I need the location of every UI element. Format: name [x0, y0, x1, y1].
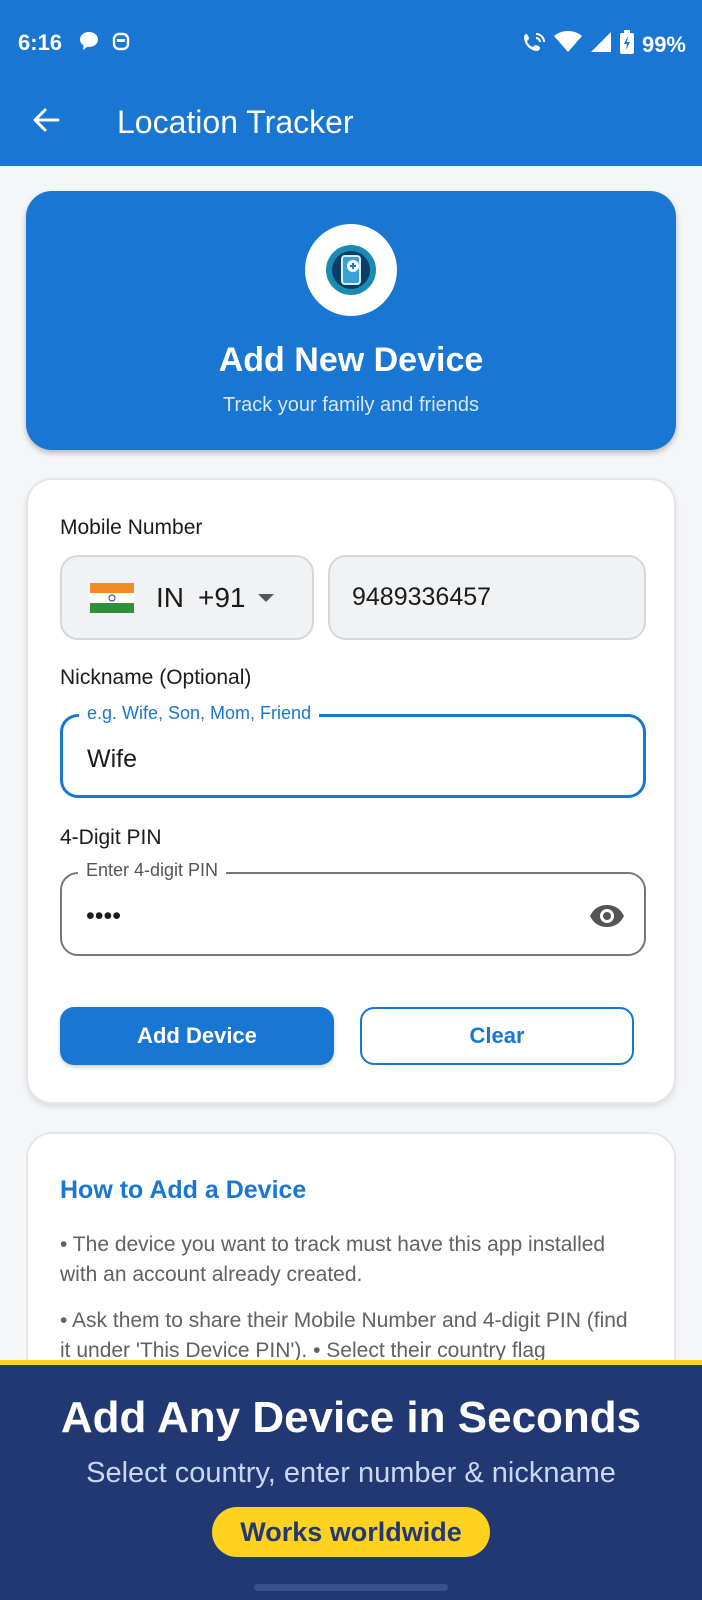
promo-banner: Add Any Device in Seconds Select country…: [0, 1360, 702, 1600]
hero-card: Add New Device Track your family and fri…: [26, 191, 676, 450]
status-right-icons: 99%: [522, 30, 686, 59]
promo-title: Add Any Device in Seconds: [60, 1393, 642, 1442]
promo-subtitle: Select country, enter number & nickname: [86, 1457, 616, 1489]
nickname-input[interactable]: [87, 739, 567, 779]
toolbar: Location Tracker: [0, 88, 702, 166]
how-to-step-1: • The device you want to track must have…: [60, 1233, 606, 1286]
pin-input[interactable]: [86, 896, 566, 936]
phone-number-input[interactable]: [328, 555, 646, 640]
hero-subtitle: Track your family and friends: [222, 394, 479, 416]
pin-hint: Enter 4-digit PIN: [78, 860, 227, 881]
nickname-label: Nickname (Optional): [60, 666, 252, 689]
gesture-nav-bar[interactable]: [254, 1584, 448, 1591]
phone-location-icon: [305, 224, 397, 316]
nickname-hint: e.g. Wife, Son, Mom, Friend: [79, 703, 320, 724]
eye-icon[interactable]: [588, 898, 626, 934]
pin-label: 4-Digit PIN: [60, 826, 162, 849]
back-button[interactable]: [26, 102, 66, 142]
add-device-button[interactable]: Add Device: [60, 1007, 334, 1065]
clear-button[interactable]: Clear: [360, 1007, 634, 1065]
battery-charging-icon: [619, 30, 634, 59]
wifi-calling-icon: [522, 31, 546, 58]
wifi-icon: [553, 31, 582, 58]
dial-code: +91: [198, 581, 246, 613]
india-flag-icon: [90, 582, 134, 613]
robot-icon: [110, 30, 132, 52]
page-title: Location Tracker: [117, 104, 354, 140]
status-bar: 6:16 99%: [0, 0, 702, 88]
battery-percent: 99%: [641, 31, 686, 57]
hero-title: Add New Device: [218, 341, 484, 379]
add-device-form: Mobile Number IN +91 Nickname (Optional)…: [26, 478, 676, 1104]
mobile-number-label: Mobile Number: [60, 516, 203, 539]
how-to-step-2: • Ask them to share their Mobile Number …: [60, 1309, 628, 1362]
country-picker[interactable]: IN +91: [60, 555, 314, 640]
nickname-field[interactable]: e.g. Wife, Son, Mom, Friend: [60, 703, 646, 798]
country-code: IN: [156, 581, 184, 613]
how-to-title: How to Add a Device: [60, 1176, 307, 1204]
chevron-down-icon: [257, 593, 274, 602]
promo-badge: Works worldwide: [212, 1507, 490, 1557]
status-time: 6:16: [18, 30, 63, 55]
pin-field[interactable]: Enter 4-digit PIN: [60, 860, 646, 956]
arrow-left-icon: [31, 105, 61, 140]
app-bar: 6:16 99% Location Tracker: [0, 0, 702, 166]
chat-bubble-icon: [78, 30, 100, 52]
signal-icon: [590, 31, 612, 58]
